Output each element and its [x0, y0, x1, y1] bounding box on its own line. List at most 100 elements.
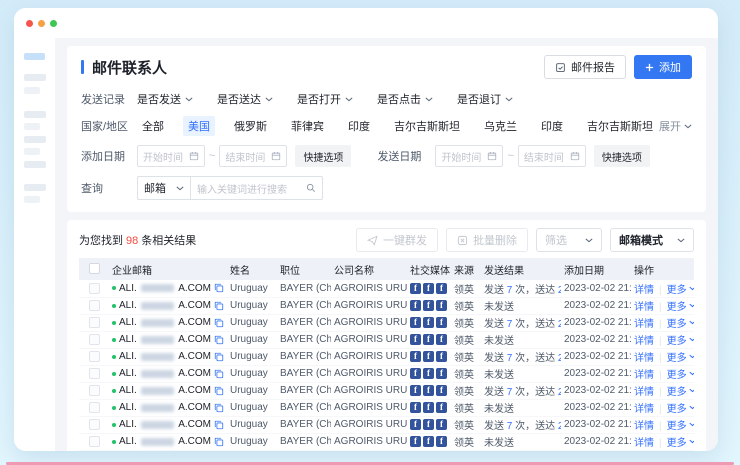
row-checkbox[interactable] — [89, 385, 100, 396]
region-option[interactable]: 印度 — [536, 116, 568, 136]
more-link[interactable]: 更多 — [667, 315, 694, 330]
facebook-icon[interactable]: f — [423, 334, 434, 345]
copy-icon[interactable] — [214, 335, 224, 345]
more-link[interactable]: 更多 — [667, 417, 694, 432]
facebook-icon[interactable]: f — [423, 368, 434, 379]
send-filter-dropdown[interactable]: 是否退订 — [457, 91, 513, 107]
send-filter-dropdown[interactable]: 是否点击 — [377, 91, 433, 107]
facebook-icon[interactable]: f — [436, 436, 447, 447]
region-option[interactable]: 印度 — [343, 116, 375, 136]
facebook-icon[interactable]: f — [436, 402, 447, 413]
sidebar-item-placeholder[interactable] — [24, 74, 46, 81]
more-link[interactable]: 更多 — [667, 383, 694, 398]
row-checkbox[interactable] — [89, 368, 100, 379]
facebook-icon[interactable]: f — [436, 317, 447, 328]
sidebar-item-placeholder[interactable] — [24, 184, 46, 191]
facebook-icon[interactable]: f — [423, 436, 434, 447]
copy-icon[interactable] — [214, 437, 224, 447]
detail-link[interactable]: 详情 — [634, 315, 654, 330]
detail-link[interactable]: 详情 — [634, 434, 654, 449]
select-all-checkbox[interactable] — [89, 263, 100, 274]
facebook-icon[interactable]: f — [423, 419, 434, 430]
bulk-send-button[interactable]: 一键群发 — [356, 228, 438, 252]
send-filter-dropdown[interactable]: 是否送达 — [217, 91, 273, 107]
sidebar-item-placeholder[interactable] — [24, 161, 46, 168]
copy-icon[interactable] — [214, 420, 224, 430]
detail-link[interactable]: 详情 — [634, 349, 654, 364]
more-link[interactable]: 更多 — [667, 349, 694, 364]
copy-icon[interactable] — [214, 283, 224, 293]
copy-icon[interactable] — [214, 403, 224, 413]
window-zoom-icon[interactable] — [50, 20, 57, 27]
sidebar-item-placeholder[interactable] — [24, 123, 40, 130]
bulk-delete-button[interactable]: 批量删除 — [446, 228, 528, 252]
more-link[interactable]: 更多 — [667, 332, 694, 347]
detail-link[interactable]: 详情 — [634, 366, 654, 381]
facebook-icon[interactable]: f — [410, 283, 421, 294]
region-option[interactable]: 全部 — [137, 116, 169, 136]
facebook-icon[interactable]: f — [436, 419, 447, 430]
facebook-icon[interactable]: f — [410, 317, 421, 328]
facebook-icon[interactable]: f — [436, 385, 447, 396]
add-date-end-input[interactable]: 结束时间 — [219, 145, 287, 167]
facebook-icon[interactable]: f — [410, 300, 421, 311]
detail-link[interactable]: 详情 — [634, 383, 654, 398]
more-link[interactable]: 更多 — [667, 298, 694, 313]
facebook-icon[interactable]: f — [410, 334, 421, 345]
mode-select[interactable]: 邮箱模式 — [610, 228, 694, 252]
region-option[interactable]: 美国 — [183, 116, 215, 136]
facebook-icon[interactable]: f — [410, 402, 421, 413]
region-option[interactable]: 吉尔吉斯斯坦 — [582, 116, 658, 136]
send-date-start-input[interactable]: 开始时间 — [435, 145, 503, 167]
region-option[interactable]: 乌克兰 — [479, 116, 522, 136]
facebook-icon[interactable]: f — [423, 283, 434, 294]
more-link[interactable]: 更多 — [667, 281, 694, 296]
facebook-icon[interactable]: f — [423, 385, 434, 396]
sidebar-item-placeholder[interactable] — [24, 196, 40, 203]
row-checkbox[interactable] — [89, 283, 100, 294]
facebook-icon[interactable]: f — [436, 334, 447, 345]
add-date-quick-options-button[interactable]: 快捷选项 — [295, 145, 351, 167]
detail-link[interactable]: 详情 — [634, 400, 654, 415]
facebook-icon[interactable]: f — [410, 419, 421, 430]
send-date-end-input[interactable]: 结束时间 — [518, 145, 586, 167]
copy-icon[interactable] — [214, 318, 224, 328]
sidebar-item-placeholder[interactable] — [24, 87, 40, 94]
region-option[interactable]: 吉尔吉斯斯坦 — [389, 116, 465, 136]
region-option[interactable]: 菲律宾 — [286, 116, 329, 136]
copy-icon[interactable] — [214, 386, 224, 396]
detail-link[interactable]: 详情 — [634, 417, 654, 432]
facebook-icon[interactable]: f — [410, 368, 421, 379]
add-date-start-input[interactable]: 开始时间 — [137, 145, 205, 167]
more-link[interactable]: 更多 — [667, 366, 694, 381]
more-link[interactable]: 更多 — [667, 434, 694, 449]
facebook-icon[interactable]: f — [423, 402, 434, 413]
send-filter-dropdown[interactable]: 是否发送 — [137, 91, 193, 107]
send-date-quick-options-button[interactable]: 快捷选项 — [594, 145, 650, 167]
copy-icon[interactable] — [214, 301, 224, 311]
facebook-icon[interactable]: f — [436, 283, 447, 294]
send-filter-dropdown[interactable]: 是否打开 — [297, 91, 353, 107]
sidebar-item-placeholder[interactable] — [24, 148, 40, 155]
add-button[interactable]: 添加 — [634, 55, 692, 79]
more-link[interactable]: 更多 — [667, 400, 694, 415]
facebook-icon[interactable]: f — [423, 317, 434, 328]
facebook-icon[interactable]: f — [423, 300, 434, 311]
facebook-icon[interactable]: f — [410, 436, 421, 447]
detail-link[interactable]: 详情 — [634, 281, 654, 296]
region-option[interactable]: 俄罗斯 — [229, 116, 272, 136]
search-input[interactable]: 输入关键词进行搜索 — [191, 176, 323, 200]
window-minimize-icon[interactable] — [38, 20, 45, 27]
row-checkbox[interactable] — [89, 334, 100, 345]
filter-select[interactable]: 筛选 — [536, 228, 602, 252]
copy-icon[interactable] — [214, 369, 224, 379]
row-checkbox[interactable] — [89, 300, 100, 311]
facebook-icon[interactable]: f — [436, 368, 447, 379]
sidebar-item-placeholder[interactable] — [24, 136, 46, 143]
row-checkbox[interactable] — [89, 317, 100, 328]
mail-report-button[interactable]: 邮件报告 — [544, 55, 626, 79]
facebook-icon[interactable]: f — [410, 385, 421, 396]
query-type-select[interactable]: 邮箱 — [137, 176, 191, 200]
detail-link[interactable]: 详情 — [634, 332, 654, 347]
facebook-icon[interactable]: f — [423, 351, 434, 362]
